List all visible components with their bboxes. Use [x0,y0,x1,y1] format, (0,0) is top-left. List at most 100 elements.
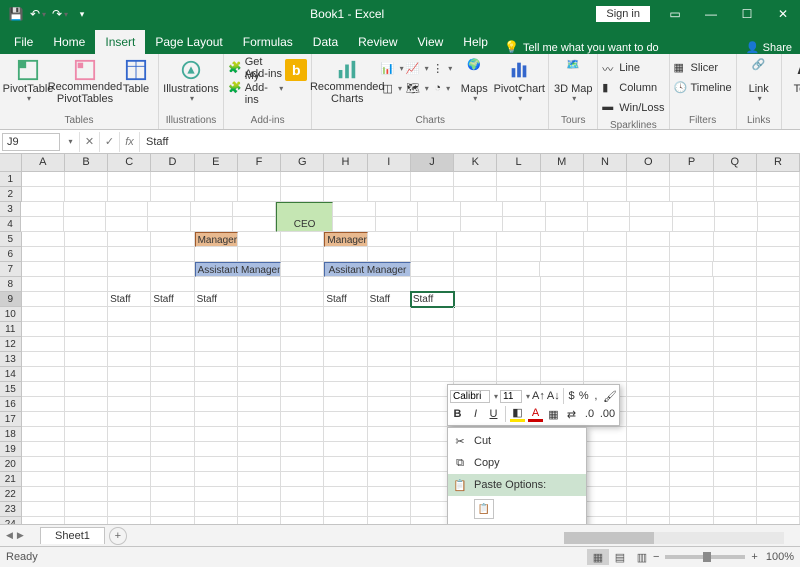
cell[interactable] [281,427,324,442]
cell[interactable] [584,517,627,524]
cell[interactable] [281,397,324,412]
col-header-A[interactable]: A [22,154,65,172]
percent-icon[interactable]: % [579,389,589,404]
col-header-D[interactable]: D [151,154,194,172]
tab-review[interactable]: Review [348,30,407,54]
cell[interactable] [65,487,108,502]
cell[interactable] [108,397,151,412]
cell[interactable] [627,232,670,247]
chart-pie-icon[interactable]: ◔▾ [430,78,454,98]
cell[interactable] [497,307,540,322]
bing-button[interactable]: b [285,56,307,83]
cell[interactable] [65,322,108,337]
cell[interactable] [65,397,108,412]
cell[interactable] [65,352,108,367]
cell[interactable] [497,247,540,262]
row-header[interactable]: 5 [0,232,22,247]
col-header-J[interactable]: J [411,154,454,172]
col-header-K[interactable]: K [454,154,497,172]
cell[interactable] [151,502,194,517]
cell[interactable] [195,502,238,517]
cell[interactable] [670,427,713,442]
timeline-button[interactable]: 🕓Timeline [674,78,732,98]
cell[interactable] [195,367,238,382]
cell[interactable] [368,172,411,187]
cell[interactable] [546,202,588,217]
cell[interactable] [151,172,194,187]
slicer-button[interactable]: ▦Slicer [674,58,732,78]
cell[interactable] [324,307,367,322]
cell[interactable] [324,412,367,427]
cell[interactable] [714,187,757,202]
cell[interactable] [238,382,281,397]
cell[interactable] [757,247,800,262]
cell[interactable] [670,172,713,187]
cell[interactable] [411,232,454,247]
cell[interactable] [324,427,367,442]
cell[interactable] [584,292,627,307]
cell[interactable] [714,382,757,397]
cell[interactable] [757,487,800,502]
cell[interactable] [368,412,411,427]
col-header-B[interactable]: B [65,154,108,172]
cell[interactable] [108,277,151,292]
cell[interactable] [276,202,334,217]
cell[interactable] [281,517,324,524]
cell[interactable] [281,292,324,307]
cell[interactable] [22,262,65,277]
cell[interactable] [22,397,65,412]
col-header-I[interactable]: I [368,154,411,172]
cell[interactable] [670,382,713,397]
chart-map-icon[interactable]: 🗺▾ [405,78,429,98]
cell[interactable] [714,427,757,442]
signin-button[interactable]: Sign in [596,6,650,22]
cell[interactable] [281,247,324,262]
cell[interactable] [238,337,281,352]
cell[interactable] [195,172,238,187]
cell[interactable] [324,502,367,517]
cell[interactable] [627,337,670,352]
cell[interactable] [195,457,238,472]
cell[interactable] [151,232,194,247]
cell[interactable] [238,487,281,502]
cell[interactable] [670,472,713,487]
cell[interactable] [714,412,757,427]
cell[interactable] [627,487,670,502]
cell[interactable] [195,322,238,337]
cell[interactable] [497,367,540,382]
cell[interactable] [588,217,630,232]
row-header[interactable]: 24 [0,517,22,524]
cell[interactable] [22,307,65,322]
cell[interactable] [195,427,238,442]
cell[interactable] [238,247,281,262]
cell[interactable] [333,217,375,232]
col-header-L[interactable]: L [497,154,540,172]
cell[interactable] [411,277,454,292]
cell[interactable] [627,307,670,322]
cell[interactable] [281,367,324,382]
cell[interactable] [151,412,194,427]
cell[interactable] [324,472,367,487]
cell[interactable] [368,352,411,367]
cell[interactable] [65,307,108,322]
mini-font-size[interactable] [500,390,522,403]
cell[interactable] [627,502,670,517]
cell[interactable] [758,202,800,217]
merge-icon[interactable]: ⇄ [564,407,579,422]
cell[interactable] [670,517,713,524]
cell[interactable] [148,217,190,232]
cell[interactable] [627,187,670,202]
cell[interactable] [670,322,713,337]
cell[interactable] [281,487,324,502]
cell[interactable] [627,292,670,307]
cell[interactable] [713,262,756,277]
cell[interactable] [108,502,151,517]
cell[interactable] [757,232,800,247]
row-header[interactable]: 12 [0,337,22,352]
cell[interactable] [281,442,324,457]
cell[interactable]: Manager [195,232,238,247]
cell[interactable] [541,367,584,382]
cell[interactable] [714,277,757,292]
cell[interactable] [497,337,540,352]
currency-icon[interactable]: $ [566,389,576,404]
